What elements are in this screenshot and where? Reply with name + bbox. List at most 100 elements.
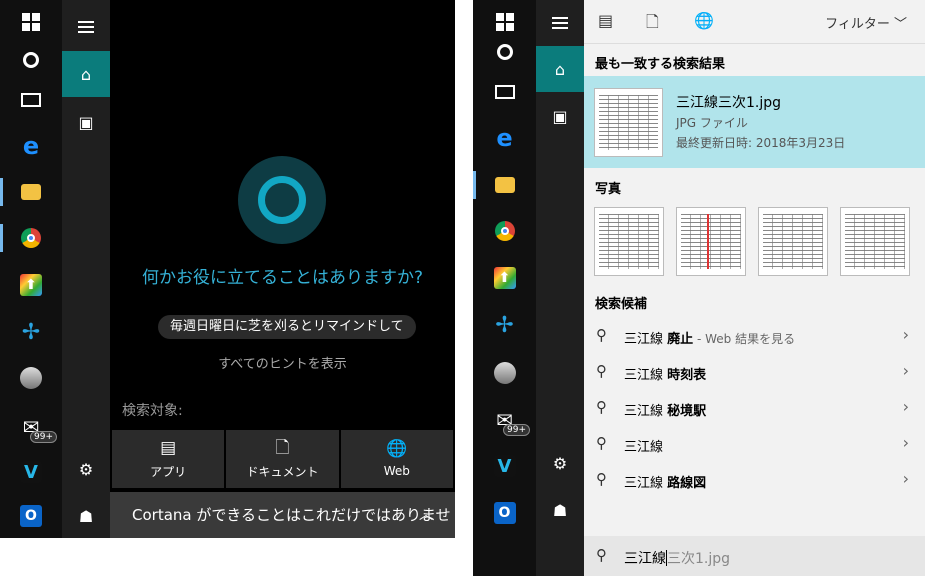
outlook-button-right[interactable]: O: [473, 491, 536, 535]
cortana-logo-icon: [238, 156, 326, 244]
best-match-modified: 最終更新日時: 2018年3月23日: [676, 136, 846, 150]
scope-documents-label: ドキュメント: [246, 464, 319, 479]
notebook-button-right[interactable]: ▣: [536, 93, 584, 139]
globe-app-icon: [493, 362, 516, 384]
show-all-hints-link[interactable]: すべてのヒントを表示: [110, 353, 455, 372]
photo-thumbnail[interactable]: [840, 207, 910, 276]
globe-app-icon: [20, 367, 42, 389]
scope-apps-label: アプリ: [150, 464, 187, 479]
filter-dropdown[interactable]: フィルター ﹀: [825, 13, 907, 32]
menu-button[interactable]: [62, 4, 110, 50]
suggestion-bold: 秘境駅: [667, 404, 707, 419]
notebook-button[interactable]: ▣: [62, 99, 110, 145]
chevron-up-icon: ︿: [419, 507, 433, 523]
search-autocomplete-text: 三次1.jpg: [667, 551, 731, 567]
feedback-icon: ☗: [552, 500, 568, 520]
outlook-button[interactable]: O: [0, 494, 62, 538]
photo-thumbnail[interactable]: [676, 207, 746, 276]
photo-upload-button-right[interactable]: ⬆: [473, 256, 536, 300]
scope-documents-button[interactable]: 🗋 ドキュメント: [226, 430, 339, 488]
best-match-thumbnail: [594, 88, 663, 157]
task-view-button-right[interactable]: [473, 70, 536, 114]
chrome-icon: [21, 228, 41, 248]
cortana-home-pane: 何かお役に立てることはありますか? 毎週日曜日に芝を刈るとリマインドして すべて…: [110, 0, 455, 570]
fan-icon: ✢: [495, 312, 514, 338]
taskbar-left: e ⬆ ✢ ✉ 99+ V O: [0, 0, 62, 538]
app-filter-icon[interactable]: ▤: [598, 11, 613, 30]
folder-icon: [21, 184, 41, 200]
settings-button-right[interactable]: ⚙: [536, 440, 584, 486]
mail-badge: 99+: [30, 431, 57, 443]
fan-app-button[interactable]: ✢: [0, 310, 62, 354]
chevron-right-icon[interactable]: ›: [903, 469, 909, 488]
chrome-button-right[interactable]: [473, 209, 536, 253]
task-view-button[interactable]: [0, 78, 62, 122]
suggestion-bold: 時刻表: [667, 368, 707, 383]
notebook-icon: ▣: [552, 106, 568, 126]
photo-thumbnail[interactable]: [758, 207, 828, 276]
best-match-result[interactable]: 三江線三次1.jpg JPG ファイル 最終更新日時: 2018年3月23日: [584, 76, 925, 168]
feedback-icon: ☗: [78, 506, 94, 526]
scope-apps-button[interactable]: ▤ アプリ: [112, 430, 225, 488]
globe-app-button[interactable]: [0, 356, 62, 400]
mail-button-right[interactable]: ✉ 99+: [473, 398, 536, 442]
search-scope-buttons: ▤ アプリ 🗋 ドキュメント 🌐 Web: [112, 430, 453, 488]
edge-icon: e: [496, 124, 513, 152]
edge-button[interactable]: e: [0, 124, 62, 168]
scope-web-label: Web: [383, 464, 410, 478]
search-icon: ⚲: [596, 362, 607, 380]
chevron-right-icon[interactable]: ›: [903, 433, 909, 452]
suggestion-chip[interactable]: 毎週日曜日に芝を刈るとリマインドして: [158, 315, 416, 339]
outlook-icon: O: [20, 505, 42, 527]
globe-app-button-right[interactable]: [473, 351, 536, 395]
cortana-button[interactable]: [0, 38, 62, 82]
web-filter-icon[interactable]: 🌐: [694, 11, 714, 30]
cortana-button-right[interactable]: [473, 30, 536, 74]
explorer-button-right[interactable]: [473, 163, 536, 207]
settings-button[interactable]: ⚙: [62, 446, 110, 492]
filter-bar: ▤ 🗋 🌐 フィルター ﹀: [584, 0, 925, 44]
windows-logo-icon: [22, 13, 40, 31]
home-button[interactable]: ⌂: [62, 51, 110, 97]
home-button-right[interactable]: ⌂: [536, 46, 584, 92]
photo-upload-icon: ⬆: [20, 274, 42, 296]
cortana-nav-right: ⌂ ▣ ⚙ ☗: [536, 0, 584, 576]
outlook-icon: O: [493, 502, 516, 524]
search-input[interactable]: ⚲ 三江線三次1.jpg: [584, 536, 925, 576]
search-scope-label: 検索対象:: [122, 403, 183, 419]
vivaldi-button-right[interactable]: V: [473, 444, 536, 488]
cortana-more-bar[interactable]: Cortana ができることはこれだけではありません... ︿: [110, 492, 455, 570]
menu-button-right[interactable]: [536, 0, 584, 46]
mail-button[interactable]: ✉ 99+: [0, 405, 62, 449]
chrome-icon: [494, 221, 515, 241]
folder-icon: [494, 177, 515, 193]
best-match-title: 三江線三次1.jpg: [676, 95, 782, 111]
suggestions-header: 検索候補: [595, 297, 648, 312]
suggestion-item[interactable]: ⚲ 三江線 秘境駅 ›: [584, 390, 925, 426]
vivaldi-button[interactable]: V: [0, 450, 62, 494]
edge-button-right[interactable]: e: [473, 116, 536, 160]
photo-thumbnail[interactable]: [594, 207, 664, 276]
photos-header: 写真: [595, 182, 622, 197]
v-app-icon: V: [20, 461, 42, 483]
chevron-right-icon[interactable]: ›: [903, 325, 909, 344]
feedback-button-right[interactable]: ☗: [536, 487, 584, 533]
scope-web-button[interactable]: 🌐 Web: [340, 430, 453, 488]
filter-label: フィルター: [825, 17, 890, 32]
task-view-icon: [494, 85, 515, 99]
fan-app-button-right[interactable]: ✢: [473, 303, 536, 347]
document-filter-icon[interactable]: 🗋: [646, 11, 659, 38]
search-icon: ⚲: [596, 546, 607, 564]
suggestion-item[interactable]: ⚲ 三江線 ›: [584, 426, 925, 462]
photo-upload-button[interactable]: ⬆: [0, 263, 62, 307]
suggestion-item[interactable]: ⚲ 三江線 廃止 - Web 結果を見る ›: [584, 318, 925, 354]
suggestion-item[interactable]: ⚲ 三江線 時刻表 ›: [584, 354, 925, 390]
v-app-icon: V: [493, 455, 516, 477]
feedback-button[interactable]: ☗: [62, 493, 110, 539]
explorer-button[interactable]: [0, 170, 62, 214]
chevron-right-icon[interactable]: ›: [903, 397, 909, 416]
chevron-right-icon[interactable]: ›: [903, 361, 909, 380]
chrome-button[interactable]: [0, 216, 62, 260]
suggestion-item[interactable]: ⚲ 三江線 路線図 ›: [584, 462, 925, 498]
search-icon: ⚲: [596, 398, 607, 416]
